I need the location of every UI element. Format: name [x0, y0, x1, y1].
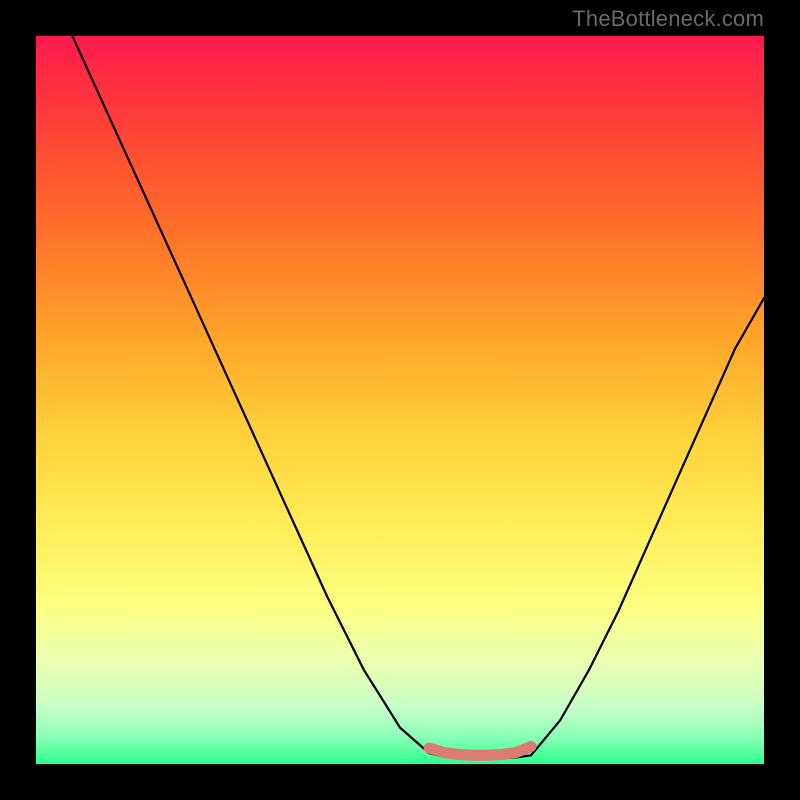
chart-plot-area [36, 36, 764, 764]
chart-svg [36, 36, 764, 764]
highlight-layer [429, 747, 531, 756]
bottleneck-curve [72, 36, 764, 759]
chart-frame: TheBottleneck.com [0, 0, 800, 800]
watermark-text: TheBottleneck.com [572, 6, 764, 32]
bottom-highlight [429, 747, 531, 756]
curve-layer [72, 36, 764, 759]
